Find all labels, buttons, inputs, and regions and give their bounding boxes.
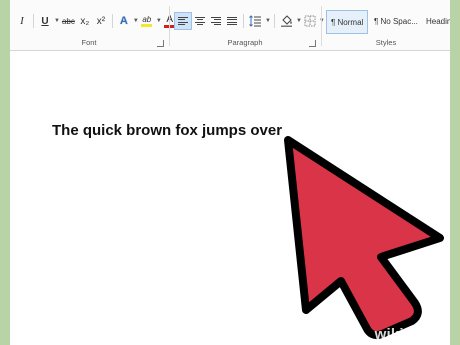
watermark-wiki: wiki [374,326,404,343]
cursor-arrow-icon [284,136,444,340]
word-window: I U ▼ abc x₂ x² A ▼ ab ▼ A ▼ [10,0,450,345]
watermark-how: How [403,326,436,343]
wikihow-watermark: wikiHow [375,326,436,343]
